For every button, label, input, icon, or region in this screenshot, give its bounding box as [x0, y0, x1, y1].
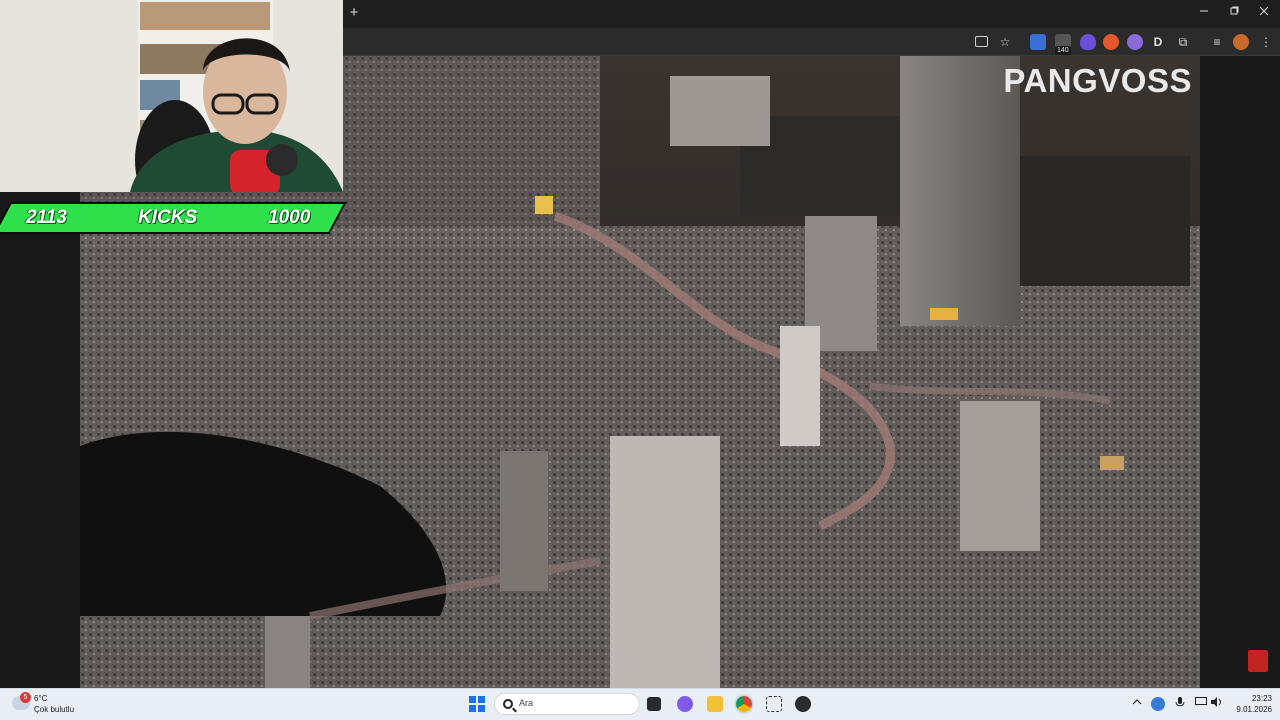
clock-time[interactable]: 23:23 [1236, 694, 1272, 703]
file-explorer-icon[interactable] [707, 696, 723, 712]
avatar[interactable] [1233, 34, 1249, 50]
shield-extension-icon[interactable] [1080, 34, 1096, 50]
network-app-icon[interactable] [1151, 697, 1165, 711]
display-icon[interactable] [1194, 697, 1208, 711]
search-placeholder: Ara [519, 698, 534, 708]
planet-extension-icon[interactable] [1127, 34, 1143, 50]
windows-start-icon[interactable] [469, 696, 485, 712]
clock-date[interactable]: 9.01.2026 [1226, 705, 1272, 714]
weather-description[interactable]: Çok bulutlu [34, 705, 74, 714]
taskbar-search-box[interactable]: Ara [494, 693, 640, 715]
reading-list-icon[interactable]: ≡ [1209, 34, 1225, 50]
close-icon[interactable] [1252, 4, 1276, 22]
minimize-icon[interactable] [1192, 4, 1216, 22]
video-letterbox-right [1200, 56, 1280, 688]
snipping-tool-icon[interactable] [766, 696, 782, 712]
volume-icon[interactable] [1210, 697, 1224, 711]
new-tab-button[interactable]: + [346, 5, 362, 21]
bookmark-star-icon[interactable]: ☆ [997, 34, 1013, 50]
microphone-icon[interactable] [1173, 697, 1187, 711]
corner-channel-icon [1248, 650, 1268, 672]
webcam-overlay [0, 0, 343, 192]
weather-temperature[interactable]: 6°C [34, 694, 47, 703]
copilot-icon[interactable] [677, 696, 693, 712]
install-app-icon[interactable] [975, 36, 988, 47]
screen: + ☆ D ⧉ ≡ ⋮ 140 PANGVOSS 2113 KICKS 1000… [0, 0, 1280, 720]
translate-extension-icon[interactable] [1030, 34, 1046, 50]
restore-icon[interactable] [1222, 4, 1246, 22]
streamer-webcam-image [0, 0, 343, 192]
kicks-current-count: 2113 [26, 207, 67, 228]
extension-badge: 140 [1055, 46, 1071, 55]
windows-taskbar [0, 688, 1280, 720]
chrome-icon[interactable] [736, 696, 752, 712]
extensions-puzzle-icon[interactable]: ⧉ [1175, 34, 1191, 50]
channel-watermark-logo: PANGVOSS [1003, 62, 1192, 99]
tray-overflow-chevron-icon[interactable] [1130, 697, 1144, 711]
more-menu-icon[interactable]: ⋮ [1258, 34, 1274, 50]
kicks-label: KICKS [138, 207, 198, 228]
task-view-icon[interactable] [647, 697, 661, 711]
kicks-goal-count: 1000 [268, 207, 311, 228]
fox-extension-icon[interactable] [1103, 34, 1119, 50]
weather-alert-badge: 5 [20, 692, 31, 703]
profile-d-extension-icon[interactable]: D [1150, 34, 1166, 50]
search-icon [503, 699, 513, 709]
obs-icon[interactable] [795, 696, 811, 712]
